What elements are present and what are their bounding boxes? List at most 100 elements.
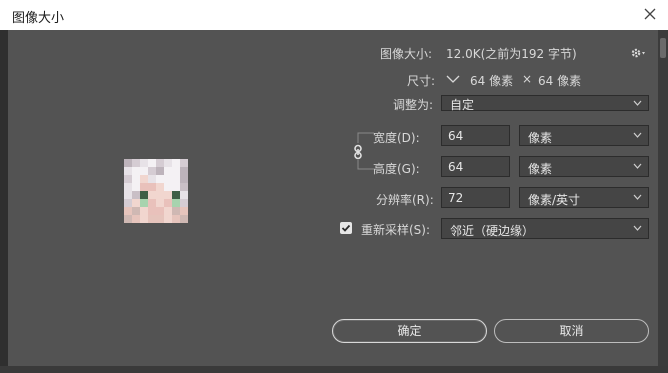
chevron-down-icon xyxy=(633,225,642,231)
preview-pixel xyxy=(124,183,132,191)
preview-pixel xyxy=(124,207,132,215)
preview-pixel xyxy=(180,191,188,199)
preview-pixel xyxy=(164,199,172,207)
preview-pixel xyxy=(148,207,156,215)
preview-pixel xyxy=(132,167,140,175)
preview-pixel xyxy=(180,207,188,215)
width-input[interactable]: 64 xyxy=(441,125,510,146)
preview-pixel xyxy=(148,175,156,183)
window-title: 图像大小 xyxy=(12,11,65,26)
preview-pixel xyxy=(172,207,180,215)
preview-pixel xyxy=(172,167,180,175)
preview-pixel xyxy=(148,199,156,207)
dimensions-height: 64 像素 xyxy=(538,74,582,88)
preview-pixel xyxy=(124,199,132,207)
close-icon[interactable] xyxy=(642,6,658,22)
preview-pixel xyxy=(164,175,172,183)
preview-pixel xyxy=(164,215,172,223)
preview-pixel xyxy=(164,183,172,191)
preview-pixel xyxy=(180,215,188,223)
chevron-down-icon xyxy=(633,100,642,106)
preview-pixel xyxy=(140,167,148,175)
preview-pixel xyxy=(164,191,172,199)
scrollbar-thumb[interactable] xyxy=(660,38,666,58)
width-unit-value: 像素 xyxy=(528,131,553,145)
resolution-input[interactable]: 72 xyxy=(441,187,510,208)
preview-pixel xyxy=(172,191,180,199)
preview-pixel xyxy=(180,175,188,183)
preview-pixel xyxy=(172,183,180,191)
height-unit-select[interactable]: 像素 xyxy=(519,156,649,177)
chevron-down-icon xyxy=(633,132,642,138)
preview-pixel xyxy=(156,207,164,215)
preview-pixel xyxy=(132,207,140,215)
preview-pixel xyxy=(148,167,156,175)
preview-pixel xyxy=(140,175,148,183)
preview-pixel xyxy=(148,183,156,191)
preview-pixel xyxy=(172,215,180,223)
preview-pixel xyxy=(180,167,188,175)
bottom-edge xyxy=(0,366,668,373)
image-size-value: 12.0K(之前为192 字节) xyxy=(446,47,577,61)
image-preview xyxy=(124,159,188,223)
preview-pixel xyxy=(132,175,140,183)
ok-button[interactable]: 确定 xyxy=(332,319,487,343)
dimensions-times: × xyxy=(522,72,533,86)
link-icon[interactable] xyxy=(352,144,364,160)
preview-pixel xyxy=(140,159,148,167)
preview-pixel xyxy=(140,215,148,223)
dimensions-label: 尺寸: xyxy=(407,74,436,88)
chevron-down-icon[interactable] xyxy=(446,74,460,84)
preview-pixel xyxy=(140,199,148,207)
preview-pixel xyxy=(124,215,132,223)
preview-pixel xyxy=(180,159,188,167)
preview-pixel xyxy=(172,175,180,183)
preview-pixel xyxy=(156,191,164,199)
fit-to-value: 自定 xyxy=(450,98,475,112)
preview-pixel xyxy=(156,175,164,183)
resolution-unit-value: 像素/英寸 xyxy=(528,193,581,207)
preview-pixel xyxy=(156,183,164,191)
preview-pixel xyxy=(140,207,148,215)
preview-pixel xyxy=(156,215,164,223)
preview-pixel xyxy=(124,191,132,199)
resample-select[interactable]: 邻近（硬边缘） xyxy=(441,218,649,239)
fit-to-select[interactable]: 自定 xyxy=(441,95,649,112)
preview-pixel xyxy=(172,199,180,207)
preview-pixel xyxy=(140,191,148,199)
preview-pixel xyxy=(148,215,156,223)
preview-pixel xyxy=(124,159,132,167)
resample-checkbox[interactable] xyxy=(340,222,352,234)
resample-label: 重新采样(S): xyxy=(361,223,431,237)
preview-pixel xyxy=(164,167,172,175)
preview-pixel xyxy=(180,183,188,191)
preview-pixel xyxy=(156,159,164,167)
width-unit-select[interactable]: 像素 xyxy=(519,125,649,146)
resolution-unit-select[interactable]: 像素/英寸 xyxy=(519,187,649,208)
preview-pixel xyxy=(172,159,180,167)
preview-pixel xyxy=(132,199,140,207)
title-bar: 图像大小 xyxy=(0,0,668,30)
preview-pixel xyxy=(132,191,140,199)
preview-pixel xyxy=(148,191,156,199)
preview-pixel xyxy=(124,167,132,175)
preview-pixel xyxy=(164,207,172,215)
preview-pixel xyxy=(148,159,156,167)
preview-pixel xyxy=(180,199,188,207)
preview-pixel xyxy=(132,159,140,167)
gear-icon[interactable] xyxy=(630,46,646,60)
preview-pixel xyxy=(124,175,132,183)
dimensions-width: 64 像素 xyxy=(470,74,514,88)
preview-pixel xyxy=(132,183,140,191)
resample-value: 邻近（硬边缘） xyxy=(450,224,535,238)
preview-pixel xyxy=(156,167,164,175)
preview-pixel xyxy=(132,215,140,223)
chevron-down-icon xyxy=(633,194,642,200)
cancel-button[interactable]: 取消 xyxy=(494,319,649,343)
chevron-down-icon xyxy=(633,163,642,169)
scrollbar[interactable] xyxy=(658,30,668,366)
image-size-label: 图像大小: xyxy=(380,47,433,61)
height-input[interactable]: 64 xyxy=(441,156,510,177)
preview-pixel xyxy=(156,199,164,207)
checkmark-icon xyxy=(341,224,351,232)
